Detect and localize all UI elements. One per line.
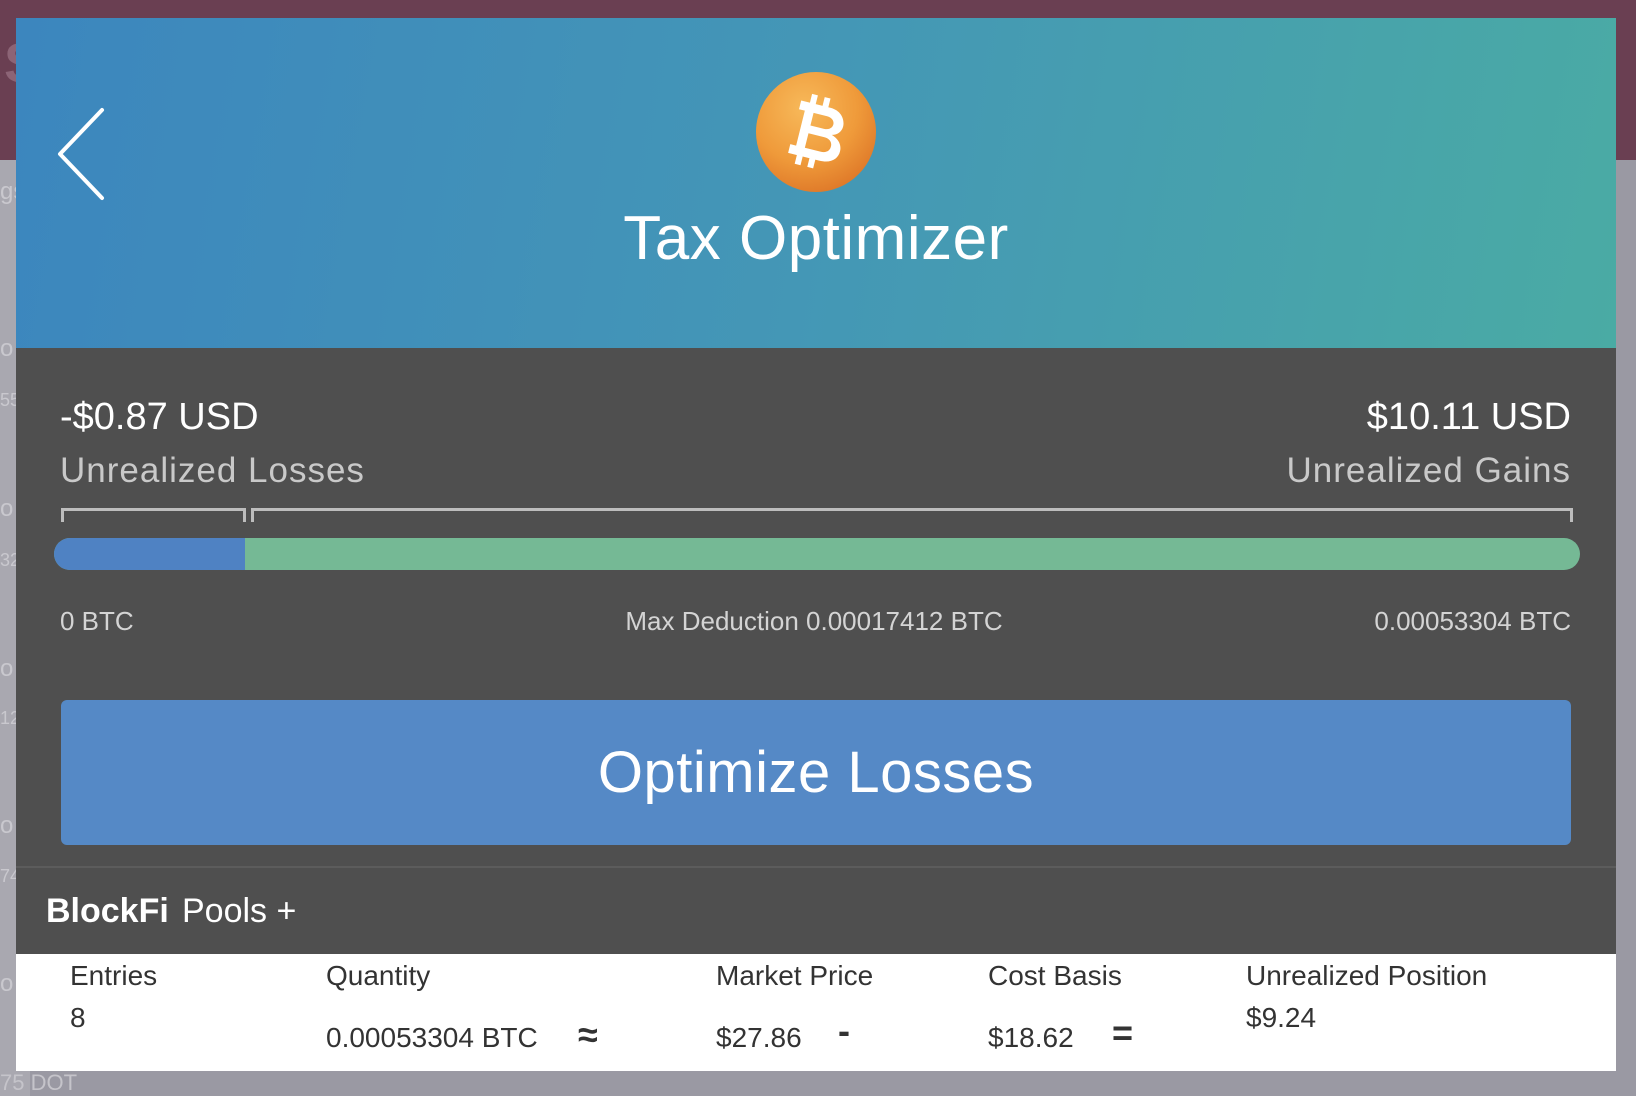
background-fragment: o: [0, 812, 14, 839]
background-fragment: o: [0, 495, 14, 522]
entries-header: Entries: [70, 960, 158, 991]
unrealized-position-header: Unrealized Position: [1246, 960, 1488, 991]
equals-operator: =: [1112, 1012, 1134, 1053]
bitcoin-icon: [756, 72, 876, 192]
pool-header: BlockFi Pools +: [16, 866, 1616, 954]
modal-header: Tax Optimizer: [16, 18, 1616, 348]
quantity-header: Quantity: [326, 960, 431, 991]
losses-bar-fill: [54, 538, 245, 570]
pool-name: BlockFi: [46, 892, 169, 930]
tax-summary: -$0.87 USD $10.11 USD Unrealized Losses …: [16, 348, 1616, 888]
tax-optimizer-modal: Tax Optimizer -$0.87 USD $10.11 USD Unre…: [16, 18, 1616, 1071]
position-table: Entries 8 Quantity 0.00053304 BTC ≈ Mark…: [16, 954, 1616, 1071]
losses-bracket: [61, 508, 246, 522]
background-fragment: o: [0, 970, 14, 997]
quantity-value: 0.00053304 BTC: [326, 1022, 538, 1053]
unrealized-gains-value: $10.11 USD: [1366, 396, 1571, 438]
market-price-header: Market Price: [716, 960, 874, 991]
page-title: Tax Optimizer: [623, 204, 1009, 273]
back-button[interactable]: [54, 102, 124, 212]
chevron-left-icon: [58, 108, 104, 200]
market-price-value: $27.86: [716, 1022, 802, 1053]
optimize-losses-button[interactable]: Optimize Losses: [61, 700, 1571, 845]
cost-basis-value: $18.62: [988, 1022, 1074, 1053]
background-fragment: o: [0, 655, 14, 682]
scale-max-label: 0.00053304 BTC: [1374, 606, 1571, 636]
entries-value: 8: [70, 1002, 86, 1033]
unrealized-position-value: $9.24: [1246, 1002, 1317, 1033]
losses-gains-bar: [54, 538, 1580, 570]
background-fragment: o: [0, 335, 14, 362]
unrealized-losses-value: -$0.87 USD: [60, 396, 259, 438]
minus-operator: -: [838, 1010, 850, 1051]
unrealized-losses-label: Unrealized Losses: [60, 451, 365, 490]
approx-operator: ≈: [578, 1014, 598, 1055]
background-bottom-text: 75 DOT: [0, 1070, 78, 1095]
cost-basis-header: Cost Basis: [988, 960, 1122, 991]
pools-add-link[interactable]: Pools +: [182, 892, 296, 931]
unrealized-gains-label: Unrealized Gains: [1286, 451, 1571, 490]
gains-bracket: [251, 508, 1573, 522]
